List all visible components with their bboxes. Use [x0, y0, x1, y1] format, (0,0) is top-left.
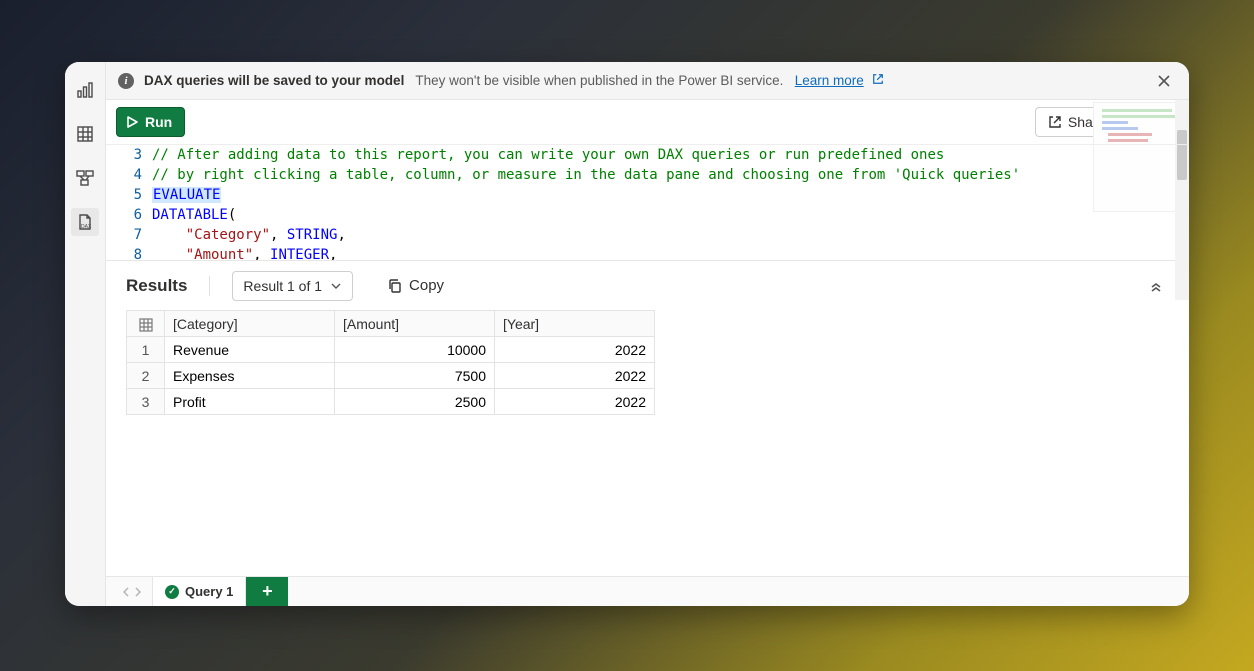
column-header-year[interactable]: [Year] — [495, 311, 655, 337]
report-view-icon[interactable] — [71, 76, 99, 104]
dax-query-view-icon[interactable]: DAX — [71, 208, 99, 236]
copy-button[interactable]: Copy — [387, 277, 444, 294]
editor-code[interactable]: // After adding data to this report, you… — [152, 145, 1189, 260]
collapse-results-button[interactable] — [1143, 273, 1169, 299]
run-button-label: Run — [145, 114, 172, 130]
column-header-amount[interactable]: [Amount] — [335, 311, 495, 337]
result-selector-label: Result 1 of 1 — [243, 278, 322, 294]
dax-editor[interactable]: 345678 // After adding data to this repo… — [106, 144, 1189, 260]
model-view-icon[interactable] — [71, 164, 99, 192]
banner-title: DAX queries will be saved to your model — [144, 73, 404, 88]
data-view-icon[interactable] — [71, 120, 99, 148]
table-header-row: [Category] [Amount] [Year] — [127, 311, 655, 337]
tab-nav-arrows[interactable] — [112, 577, 152, 606]
results-bar: Results Result 1 of 1 Copy — [106, 260, 1189, 310]
main-area: i DAX queries will be saved to your mode… — [106, 62, 1189, 606]
query-toolbar: Run Share feedback — [106, 100, 1189, 144]
query-tabs: ✓ Query 1 + — [106, 576, 1189, 606]
banner-close-button[interactable] — [1151, 68, 1177, 94]
banner-learn-more-link[interactable]: Learn more — [795, 73, 864, 88]
chevron-down-icon — [330, 280, 342, 292]
results-title: Results — [126, 276, 210, 296]
tab-label: Query 1 — [185, 584, 233, 599]
results-table: [Category] [Amount] [Year] 1 Revenue 100… — [126, 310, 655, 415]
chevron-double-up-icon — [1149, 279, 1163, 293]
view-rail: DAX — [65, 62, 106, 606]
banner-detail: They won't be visible when published in … — [415, 73, 783, 88]
checkmark-icon: ✓ — [165, 585, 179, 599]
result-selector[interactable]: Result 1 of 1 — [232, 271, 353, 301]
tab-query-1[interactable]: ✓ Query 1 — [152, 577, 246, 606]
editor-gutter: 345678 — [106, 145, 152, 260]
external-link-icon — [872, 73, 884, 88]
table-row[interactable]: 2 Expenses 7500 2022 — [127, 363, 655, 389]
app-card: DAX i DAX queries will be saved to your … — [65, 62, 1189, 606]
copy-icon — [387, 278, 403, 294]
column-header-category[interactable]: [Category] — [165, 311, 335, 337]
svg-text:DAX: DAX — [81, 224, 92, 230]
table-row[interactable]: 1 Revenue 10000 2022 — [127, 337, 655, 363]
add-query-tab-button[interactable]: + — [246, 577, 288, 606]
info-banner: i DAX queries will be saved to your mode… — [106, 62, 1189, 100]
info-icon: i — [118, 73, 134, 89]
results-table-area: [Category] [Amount] [Year] 1 Revenue 100… — [106, 310, 1189, 576]
table-corner-icon — [127, 311, 165, 337]
run-button[interactable]: Run — [116, 107, 185, 137]
table-row[interactable]: 3 Profit 2500 2022 — [127, 389, 655, 415]
copy-label: Copy — [409, 277, 444, 294]
